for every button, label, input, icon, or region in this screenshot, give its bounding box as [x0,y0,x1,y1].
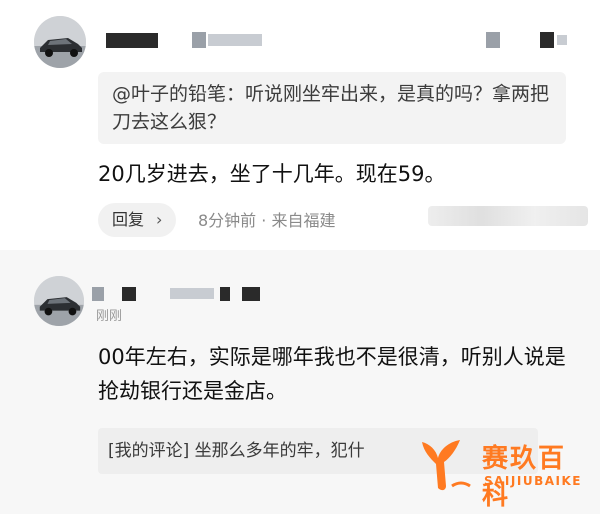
comment-meta: 8分钟前 · 来自福建 [198,211,336,230]
watermark-english: SAIJIUBAIKE [484,474,582,488]
chevron-right-icon: › [156,210,163,229]
redacted-username [106,33,158,48]
comment-text: 00年左右，实际是哪年我也不是很清，听别人说是抢劫银行还是金店。 [98,345,566,403]
redacted-mark [557,35,567,45]
redacted-mark [486,32,500,48]
redacted-mark [122,287,136,301]
redacted-username [92,287,104,301]
comment-top: @叶子的铅笔：听说刚坐牢出来，是真的吗？拿两把刀去这么狠？ 20几岁进去，坐了十… [0,0,600,250]
reply-button[interactable]: 回复 › [98,203,176,237]
watermark: 赛玖百科 SAIJIUBAIKE [412,432,590,511]
quoted-comment-text: @叶子的铅笔：听说刚坐牢出来，是真的吗？拿两把刀去这么狠？ [112,83,550,133]
comment-text: 20几岁进去，坐了十几年。现在59。 [98,162,446,186]
avatar-car-icon [34,276,84,326]
redacted-mark [208,34,262,46]
whale-tail-logo-icon [422,440,471,491]
avatar-car-icon [34,16,86,68]
redacted-mark [220,287,230,301]
quoted-my-comment-text: [我的评论] 坐那么多年的牢，犯什 [108,441,365,461]
redacted-mark [192,32,206,48]
avatar[interactable] [34,16,86,68]
redacted-mark [540,32,554,48]
redacted-mark [242,287,260,301]
commenter-name[interactable]: 刚刚 [96,305,122,324]
blurred-region [428,206,588,226]
quoted-comment[interactable]: @叶子的铅笔：听说刚坐牢出来，是真的吗？拿两把刀去这么狠？ [98,72,566,144]
reply-label: 回复 [112,210,145,229]
comment-thread: @叶子的铅笔：听说刚坐牢出来，是真的吗？拿两把刀去这么狠？ 20几岁进去，坐了十… [0,0,600,514]
avatar[interactable] [34,276,84,326]
redacted-mark [170,288,214,299]
